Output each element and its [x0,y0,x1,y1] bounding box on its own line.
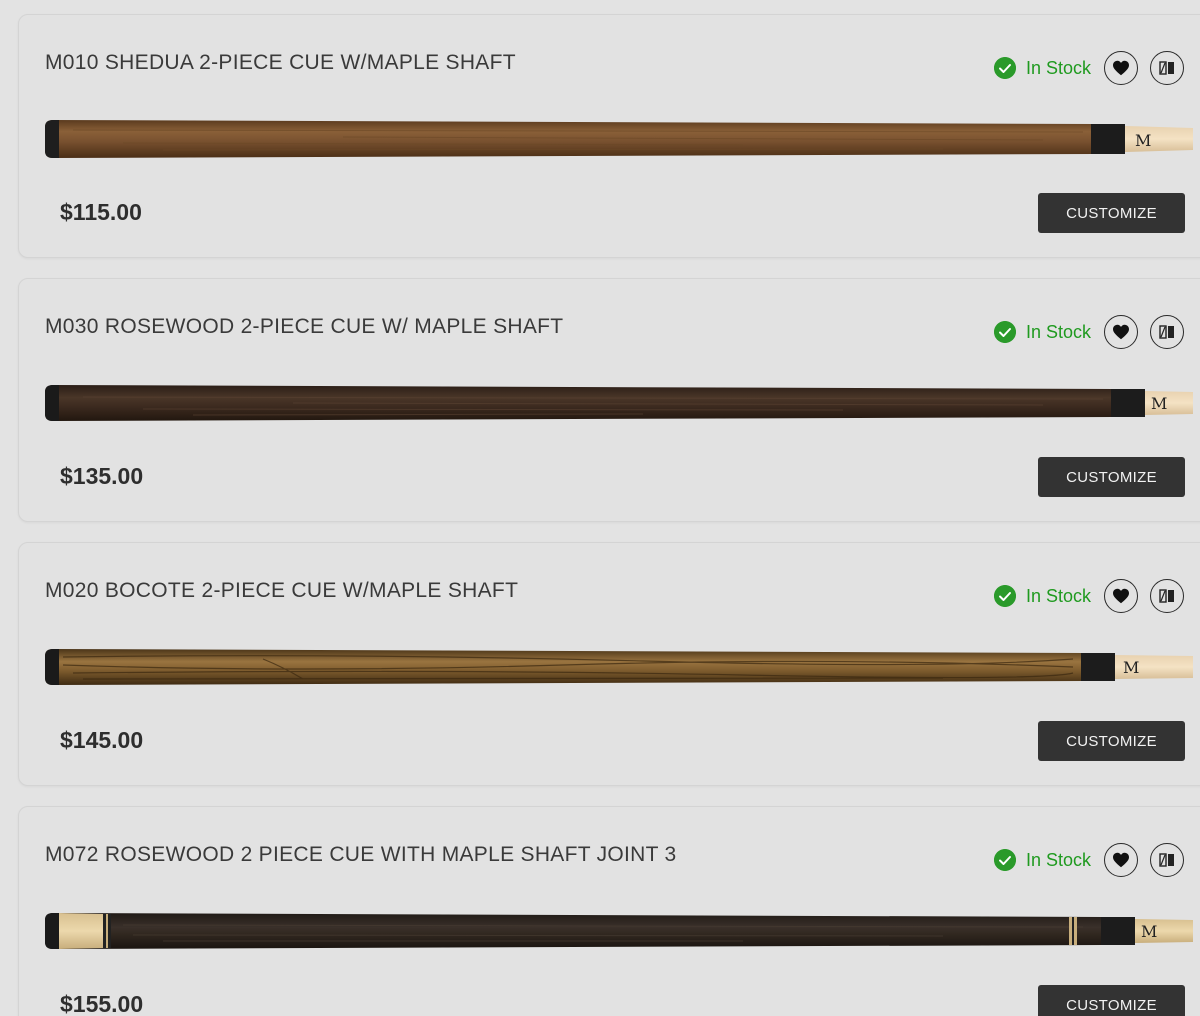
compare-icon [1159,61,1174,75]
product-title[interactable]: M020 BOCOTE 2-PIECE CUE W/MAPLE SHAFT [45,579,518,603]
stock-status: In Stock [994,321,1091,343]
cue-image: M [45,913,1193,949]
cue-image: M [45,385,1193,421]
heart-icon [1113,852,1129,868]
compare-button[interactable] [1150,51,1184,85]
product-card: M010 SHEDUA 2-PIECE CUE W/MAPLE SHAFT In… [18,14,1200,258]
product-title[interactable]: M072 ROSEWOOD 2 PIECE CUE WITH MAPLE SHA… [45,843,677,867]
stock-label: In Stock [1026,321,1092,342]
compare-button[interactable] [1150,579,1184,613]
wishlist-button[interactable] [1104,843,1138,877]
customize-button[interactable]: CUSTOMIZE [1038,985,1185,1016]
svg-text:M: M [1123,658,1139,677]
product-price: $135.00 [60,463,144,489]
stock-status: In Stock [994,849,1091,871]
stock-label: In Stock [1026,849,1092,870]
compare-icon [1159,325,1174,339]
wishlist-button[interactable] [1104,579,1138,613]
cue-image: M [45,649,1193,685]
customize-button[interactable]: CUSTOMIZE [1038,721,1185,761]
check-circle-icon [994,585,1016,607]
svg-text:M: M [1151,394,1167,413]
svg-text:M: M [1141,922,1157,941]
check-circle-icon [994,849,1016,871]
compare-icon [1159,589,1174,603]
stock-status: In Stock [994,57,1091,79]
product-price: $155.00 [60,991,144,1016]
cue-image: M [45,120,1193,158]
product-price: $115.00 [60,199,142,225]
heart-icon [1113,60,1129,76]
product-title[interactable]: M010 SHEDUA 2-PIECE CUE W/MAPLE SHAFT [45,51,516,75]
product-card: M072 ROSEWOOD 2 PIECE CUE WITH MAPLE SHA… [18,806,1200,1016]
wishlist-button[interactable] [1104,315,1138,349]
check-circle-icon [994,321,1016,343]
product-list: M010 SHEDUA 2-PIECE CUE W/MAPLE SHAFT In… [0,0,1200,1016]
product-price: $145.00 [60,727,144,753]
product-card: M020 BOCOTE 2-PIECE CUE W/MAPLE SHAFT In… [18,542,1200,786]
wishlist-button[interactable] [1104,51,1138,85]
customize-button[interactable]: CUSTOMIZE [1038,457,1185,497]
compare-icon [1159,853,1174,867]
heart-icon [1113,324,1129,340]
customize-button[interactable]: CUSTOMIZE [1038,193,1185,233]
check-circle-icon [994,57,1016,79]
stock-status: In Stock [994,585,1091,607]
stock-label: In Stock [1026,57,1092,78]
compare-button[interactable] [1150,843,1184,877]
compare-button[interactable] [1150,315,1184,349]
product-title[interactable]: M030 ROSEWOOD 2-PIECE CUE W/ MAPLE SHAFT [45,315,563,339]
stock-label: In Stock [1026,585,1092,606]
svg-text:M: M [1135,131,1151,150]
product-card: M030 ROSEWOOD 2-PIECE CUE W/ MAPLE SHAFT… [18,278,1200,522]
heart-icon [1113,588,1129,604]
